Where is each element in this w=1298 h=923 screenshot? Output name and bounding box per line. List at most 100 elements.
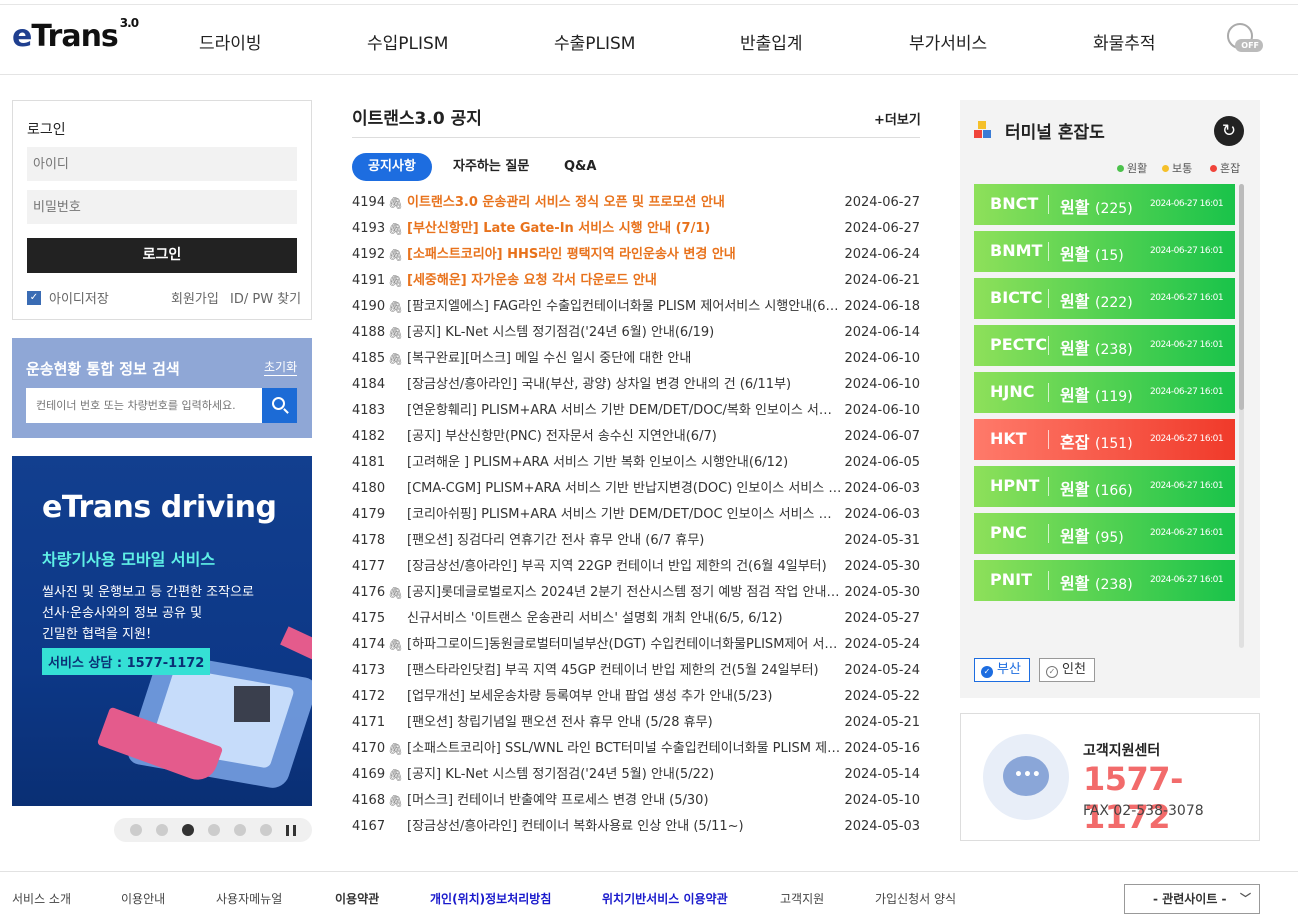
scrollbar[interactable]	[1239, 184, 1244, 648]
terminal-row-hjnc[interactable]: HJNC 원활 (119) 2024-06-27 16:01	[974, 372, 1235, 413]
notice-title-text[interactable]: [부산신항만] Late Gate-In 서비스 시행 안내 (7/1)	[407, 216, 842, 242]
driving-banner[interactable]: eTrans driving 차량기사용 모바일 서비스 씰사진 및 운행보고 …	[12, 456, 312, 806]
user-toggle[interactable]: OFF	[1223, 23, 1263, 55]
notice-title-text[interactable]: [장금상선/흥아라인] 컨테이너 복화사용료 인상 안내 (5/11~)	[407, 814, 842, 840]
footer-privacy[interactable]: 개인(위치)정보처리방침	[430, 890, 551, 907]
footer-guide[interactable]: 이용안내	[121, 890, 165, 907]
region-incheon-button[interactable]: ✓ 인천	[1039, 658, 1095, 682]
notice-title-text[interactable]: [소패스트코리아] HHS라인 평택지역 라인운송사 변경 안내	[407, 242, 842, 268]
notice-title-text[interactable]: [공지] KL-Net 시스템 정기점검('24년 5월) 안내(5/22)	[407, 762, 842, 788]
notice-title-text[interactable]: [장금상선/흥아라인] 부곡 지역 22GP 컨테이너 반입 제한의 건(6월 …	[407, 554, 842, 580]
notice-title-text[interactable]: [공지] KL-Net 시스템 정기점검('24년 6월) 안내(6/19)	[407, 320, 842, 346]
notice-row[interactable]: 4193 🖇 [부산신항만] Late Gate-In 서비스 시행 안내 (7/1…	[352, 216, 920, 242]
terminal-row-bictc[interactable]: BICTC 원활 (222) 2024-06-27 16:01	[974, 278, 1235, 319]
notice-row[interactable]: 4176 🖇 [공지]롯데글로벌로지스 2024년 2분기 전산시스템 정기 예방 …	[352, 580, 920, 606]
notice-title-text[interactable]: [팬오션] 징검다리 연휴기간 전사 휴무 안내 (6/7 휴무)	[407, 528, 842, 554]
notice-row[interactable]: 4180 [CMA-CGM] PLISM+ARA 서비스 기반 반납지변경(DOC…	[352, 476, 920, 502]
terminal-row-pnit[interactable]: PNIT 원활 (238) 2024-06-27 16:01	[974, 560, 1235, 601]
nav-gate-in-out[interactable]: 반출입계	[740, 29, 803, 54]
save-id-checkbox[interactable]: ✓ 아이디저장	[27, 288, 109, 307]
nav-cargo-tracking[interactable]: 화물추적	[1093, 29, 1156, 54]
notice-title-text[interactable]: [하파그로이드]동원글로벌터미널부산(DGT) 수입컨테이너화물PLISM제어 …	[407, 632, 842, 658]
notice-row[interactable]: 4188 🖇 [공지] KL-Net 시스템 정기점검('24년 6월) 안내(6/…	[352, 320, 920, 346]
footer-terms[interactable]: 이용약관	[335, 890, 379, 907]
notice-title-text[interactable]: [세중해운] 자가운송 요청 각서 다운로드 안내	[407, 268, 842, 294]
notice-title-text[interactable]: [고려해운 ] PLISM+ARA 서비스 기반 복화 인보이스 시행안내(6/…	[407, 450, 842, 476]
pause-icon[interactable]	[286, 825, 296, 836]
pager-dot[interactable]	[156, 824, 168, 836]
notice-title-text[interactable]: 신규서비스 '이트랜스 운송관리 서비스' 설명회 개최 안내(6/5, 6/1…	[407, 606, 842, 632]
notice-title-text[interactable]: [공지]롯데글로벌로지스 2024년 2분기 전산시스템 정기 예방 점검 작업…	[407, 580, 842, 606]
terminal-row-bnct[interactable]: BNCT 원활 (225) 2024-06-27 16:01	[974, 184, 1235, 225]
tab-qna[interactable]: Q&A	[564, 153, 596, 181]
refresh-icon[interactable]: ↻	[1214, 116, 1244, 146]
tab-notice[interactable]: 공지사항	[352, 153, 432, 181]
terminal-row-pectc[interactable]: PECTC 원활 (238) 2024-06-27 16:01	[974, 325, 1235, 366]
id-input[interactable]	[27, 147, 297, 181]
notice-row[interactable]: 4194 🖇 이트랜스3.0 운송관리 서비스 정식 오픈 및 프로모션 안내 202…	[352, 190, 920, 216]
notice-title-text[interactable]: [복구완료][머스크] 메일 수신 일시 중단에 대한 안내	[407, 346, 842, 372]
notice-title-text[interactable]: [장금상선/흥아라인] 국내(부산, 광양) 상차일 변경 안내의 건 (6/1…	[407, 372, 842, 398]
notice-row[interactable]: 4185 🖇 [복구완료][머스크] 메일 수신 일시 중단에 대한 안내 2024-…	[352, 346, 920, 372]
pager-dot[interactable]	[130, 824, 142, 836]
notice-row[interactable]: 4173 [팬스타라인닷컴] 부곡 지역 45GP 컨테이너 반입 제한의 건(5…	[352, 658, 920, 684]
notice-row[interactable]: 4169 🖇 [공지] KL-Net 시스템 정기점검('24년 5월) 안내(5/…	[352, 762, 920, 788]
notice-title-text[interactable]: [연운항훼리] PLISM+ARA 서비스 기반 DEM/DET/DOC/복화 …	[407, 398, 842, 424]
terminal-row-hkt[interactable]: HKT 혼잡 (151) 2024-06-27 16:01	[974, 419, 1235, 460]
scrollbar-thumb[interactable]	[1239, 184, 1244, 410]
notice-title-text[interactable]: [CMA-CGM] PLISM+ARA 서비스 기반 반납지변경(DOC) 인보…	[407, 476, 842, 502]
notice-row[interactable]: 4183 [연운항훼리] PLISM+ARA 서비스 기반 DEM/DET/DOC…	[352, 398, 920, 424]
notice-title-text[interactable]: [소패스트코리아] SSL/WNL 라인 BCT터미널 수출입컨테이너화물 PL…	[407, 736, 842, 762]
notice-title-text[interactable]: 이트랜스3.0 운송관리 서비스 정식 오픈 및 프로모션 안내	[407, 190, 842, 216]
footer-support[interactable]: 고객지원	[780, 890, 824, 907]
notice-title-text[interactable]: [팬스타라인닷컴] 부곡 지역 45GP 컨테이너 반입 제한의 건(5월 24…	[407, 658, 842, 684]
footer-location-terms[interactable]: 위치기반서비스 이용약관	[602, 890, 728, 907]
notice-row[interactable]: 4167 [장금상선/흥아라인] 컨테이너 복화사용료 인상 안내 (5/11~)…	[352, 814, 920, 840]
pager-dot[interactable]	[208, 824, 220, 836]
terminal-row-hpnt[interactable]: HPNT 원활 (166) 2024-06-27 16:01	[974, 466, 1235, 507]
notice-title-text[interactable]: [팬오션] 창립기념일 팬오션 전사 휴무 안내 (5/28 휴무)	[407, 710, 842, 736]
pager-dot[interactable]	[182, 824, 194, 836]
notice-row[interactable]: 4170 🖇 [소패스트코리아] SSL/WNL 라인 BCT터미널 수출입컨테이너…	[352, 736, 920, 762]
footer-manual[interactable]: 사용자메뉴얼	[216, 890, 282, 907]
nav-driving[interactable]: 드라이빙	[199, 29, 262, 54]
more-link[interactable]: +더보기	[874, 109, 921, 128]
notice-row[interactable]: 4181 [고려해운 ] PLISM+ARA 서비스 기반 복화 인보이스 시행안…	[352, 450, 920, 476]
notice-row[interactable]: 4171 [팬오션] 창립기념일 팬오션 전사 휴무 안내 (5/28 휴무) 20…	[352, 710, 920, 736]
notice-title-text[interactable]: [공지] 부산신항만(PNC) 전자문서 송수신 지연안내(6/7)	[407, 424, 842, 450]
logo[interactable]: eTrans 3.0	[12, 16, 139, 54]
join-link[interactable]: 회원가입	[171, 288, 219, 307]
pager-dot[interactable]	[260, 824, 272, 836]
footer-application-form[interactable]: 가입신청서 양식	[875, 890, 956, 907]
reset-link[interactable]: 초기화	[264, 358, 298, 376]
notice-row[interactable]: 4168 🖇 [머스크] 컨테이너 반출예약 프로세스 변경 안내 (5/30) 20…	[352, 788, 920, 814]
nav-import-plism[interactable]: 수입PLISM	[367, 29, 448, 54]
notice-row[interactable]: 4175 신규서비스 '이트랜스 운송관리 서비스' 설명회 개최 안내(6/5,…	[352, 606, 920, 632]
notice-title-text[interactable]: [업무개선] 보세운송차량 등록여부 안내 팝업 생성 추가 안내(5/23)	[407, 684, 842, 710]
notice-row[interactable]: 4192 🖇 [소패스트코리아] HHS라인 평택지역 라인운송사 변경 안내 202…	[352, 242, 920, 268]
nav-extra-services[interactable]: 부가서비스	[909, 29, 987, 54]
footer-service-intro[interactable]: 서비스 소개	[12, 890, 71, 907]
find-id-pw-link[interactable]: ID/ PW 찾기	[230, 288, 301, 307]
notice-row[interactable]: 4178 [팬오션] 징검다리 연휴기간 전사 휴무 안내 (6/7 휴무) 202…	[352, 528, 920, 554]
terminal-row-pnc[interactable]: PNC 원활 (95) 2024-06-27 16:01	[974, 513, 1235, 554]
terminal-row-bnmt[interactable]: BNMT 원활 (15) 2024-06-27 16:01	[974, 231, 1235, 272]
related-sites-select[interactable]: - 관련사이트 - ﹀	[1124, 884, 1260, 914]
notice-row[interactable]: 4179 [코리아쉬핑] PLISM+ARA 서비스 기반 DEM/DET/DOC…	[352, 502, 920, 528]
notice-row[interactable]: 4177 [장금상선/흥아라인] 부곡 지역 22GP 컨테이너 반입 제한의 건…	[352, 554, 920, 580]
tab-faq[interactable]: 자주하는 질문	[453, 153, 529, 181]
notice-row[interactable]: 4184 [장금상선/흥아라인] 국내(부산, 광양) 상차일 변경 안내의 건 …	[352, 372, 920, 398]
password-input[interactable]	[27, 190, 297, 224]
notice-row[interactable]: 4190 🖇 [팜코지엘에스] FAG라인 수출입컨테이너화물 PLISM 제어서비…	[352, 294, 920, 320]
notice-row[interactable]: 4172 [업무개선] 보세운송차량 등록여부 안내 팝업 생성 추가 안내(5/…	[352, 684, 920, 710]
notice-title-text[interactable]: [코리아쉬핑] PLISM+ARA 서비스 기반 DEM/DET/DOC 인보이…	[407, 502, 842, 528]
notice-title-text[interactable]: [팜코지엘에스] FAG라인 수출입컨테이너화물 PLISM 제어서비스 시행안…	[407, 294, 842, 320]
notice-row[interactable]: 4174 🖇 [하파그로이드]동원글로벌터미널부산(DGT) 수입컨테이너화물PLI…	[352, 632, 920, 658]
nav-export-plism[interactable]: 수출PLISM	[554, 29, 635, 54]
search-input[interactable]	[26, 388, 262, 423]
pager-dot[interactable]	[234, 824, 246, 836]
region-busan-button[interactable]: ✓ 부산	[974, 658, 1030, 682]
notice-row[interactable]: 4191 🖇 [세중해운] 자가운송 요청 각서 다운로드 안내 2024-06-21	[352, 268, 920, 294]
notice-row[interactable]: 4182 [공지] 부산신항만(PNC) 전자문서 송수신 지연안내(6/7) 20…	[352, 424, 920, 450]
notice-title-text[interactable]: [머스크] 컨테이너 반출예약 프로세스 변경 안내 (5/30)	[407, 788, 842, 814]
